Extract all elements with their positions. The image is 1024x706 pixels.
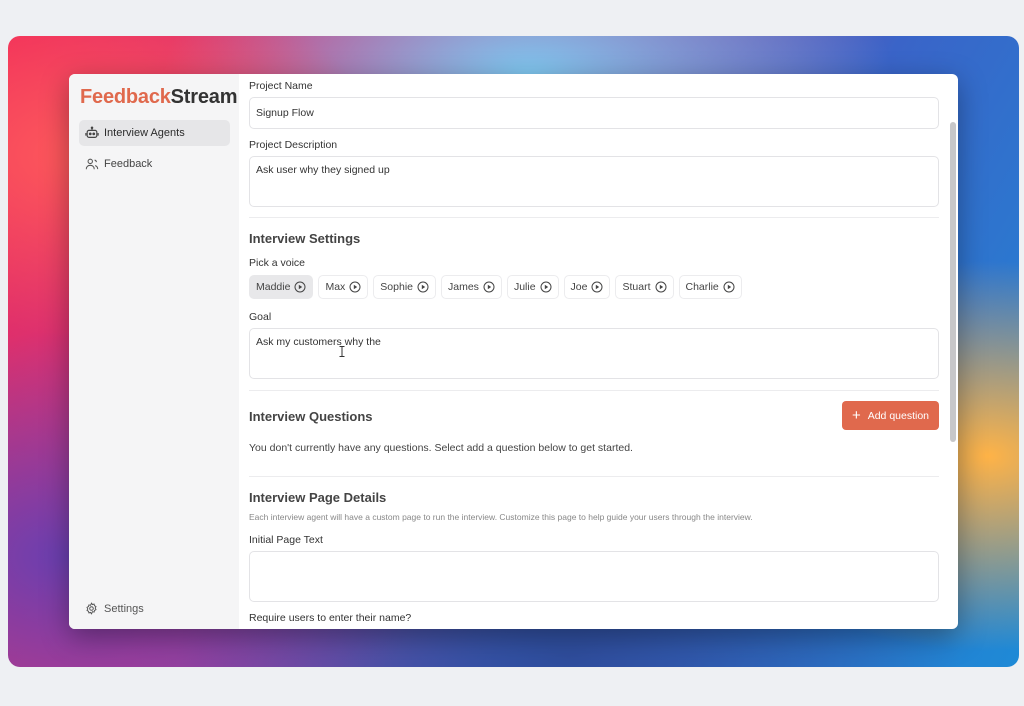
sidebar-item-label: Interview Agents (104, 127, 185, 139)
voice-name: James (448, 281, 479, 293)
play-icon[interactable] (349, 281, 361, 293)
page-details-help-text: Each interview agent will have a custom … (249, 512, 753, 522)
play-icon[interactable] (723, 281, 735, 293)
voice-name: Charlie (685, 281, 719, 293)
interview-questions-title: Interview Questions (249, 409, 373, 424)
project-name-label: Project Name (249, 80, 313, 92)
pick-voice-label: Pick a voice (249, 257, 306, 269)
add-question-label: Add question (867, 409, 930, 422)
add-question-button[interactable]: + Add question (842, 401, 939, 430)
goal-input[interactable]: Ask my customers why the (249, 328, 939, 379)
settings-link[interactable]: Settings (85, 602, 144, 615)
voice-option-stuart[interactable]: Stuart (615, 275, 674, 299)
plus-icon: + (851, 407, 861, 424)
voice-name: Stuart (622, 281, 651, 293)
sidebar-item-feedback[interactable]: Feedback (79, 151, 230, 177)
voice-option-joe[interactable]: Joe (563, 275, 611, 299)
initial-page-text-input[interactable] (249, 551, 939, 602)
robot-icon (85, 126, 99, 138)
brand-logo[interactable]: FeedbackStream (79, 86, 237, 109)
voice-name: Joe (570, 281, 588, 293)
section-divider (249, 476, 939, 477)
play-icon[interactable] (655, 281, 667, 293)
scrollbar[interactable] (949, 74, 957, 629)
play-icon[interactable] (591, 281, 603, 293)
require-name-label: Require users to enter their name? (249, 612, 412, 624)
section-divider (249, 390, 939, 391)
brand-logo-part2: Stream (170, 86, 238, 108)
scrollbar-thumb[interactable] (950, 122, 956, 442)
sidebar-item-label: Feedback (104, 158, 153, 170)
sidebar-item-interview-agents[interactable]: Interview Agents (79, 120, 230, 146)
project-name-input[interactable]: Signup Flow (249, 97, 939, 129)
voice-name: Maddie (256, 281, 291, 293)
voice-option-julie[interactable]: Julie (506, 275, 559, 299)
play-icon[interactable] (540, 281, 552, 293)
section-divider (249, 217, 939, 218)
sidebar-nav: Interview Agents Feedback (79, 120, 230, 177)
voice-option-james[interactable]: James (441, 275, 502, 299)
gear-icon (86, 602, 97, 615)
voice-option-max[interactable]: Max (318, 275, 369, 299)
brand-logo-part1: Feedback (80, 86, 171, 108)
people-icon (85, 158, 99, 170)
main-content: Project Name Signup Flow Project Descrip… (239, 74, 958, 629)
app-window: FeedbackStream Interview Agents Feedback… (69, 74, 958, 629)
initial-page-text-label: Initial Page Text (249, 534, 323, 546)
voice-name: Julie (513, 281, 536, 293)
voice-name: Max (325, 281, 346, 293)
play-icon[interactable] (483, 281, 495, 293)
voice-option-sophie[interactable]: Sophie (373, 275, 436, 299)
play-icon[interactable] (294, 281, 306, 293)
voice-name: Sophie (380, 281, 413, 293)
project-description-input[interactable]: Ask user why they signed up (249, 156, 939, 207)
voice-option-maddie[interactable]: Maddie (249, 275, 314, 299)
voice-option-charlie[interactable]: Charlie (678, 275, 742, 299)
settings-label: Settings (104, 602, 144, 615)
play-icon[interactable] (417, 281, 429, 293)
no-questions-message: You don't currently have any questions. … (249, 442, 633, 454)
text-cursor-icon (339, 346, 345, 357)
interview-settings-title: Interview Settings (249, 231, 361, 246)
goal-label: Goal (249, 311, 272, 323)
voice-picker: Maddie Max Sophie James Julie Joe Stuart… (249, 275, 939, 299)
page-details-title: Interview Page Details (249, 490, 387, 505)
project-description-label: Project Description (249, 139, 338, 151)
sidebar: FeedbackStream Interview Agents Feedback… (69, 74, 239, 629)
